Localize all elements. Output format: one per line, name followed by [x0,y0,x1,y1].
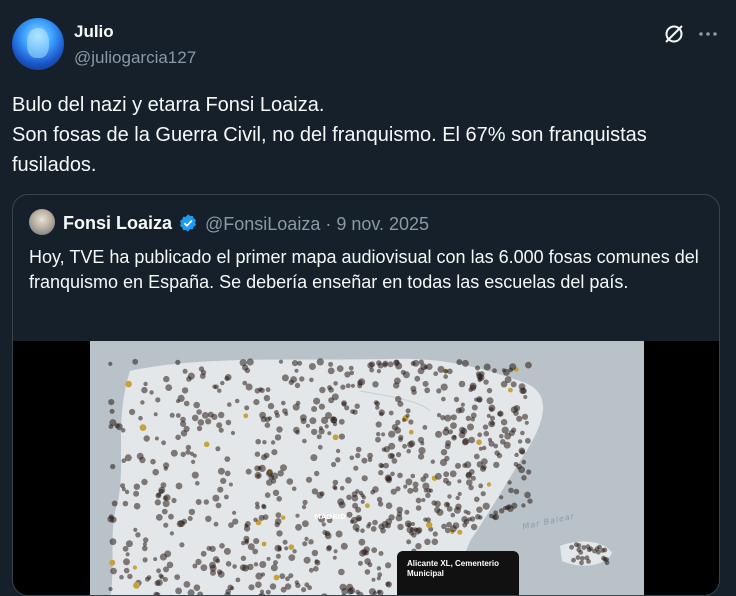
quoted-handle-date: @FonsiLoaiza · 9 nov. 2025 [205,214,429,235]
map-image: Mar Balear MADRID Alicante XL, Cementeri… [90,341,644,596]
author-name[interactable]: Julio [74,22,114,42]
author-avatar[interactable] [12,18,64,70]
quoted-author-avatar[interactable] [29,209,55,235]
grok-icon[interactable] [662,22,686,46]
quoted-tweet-text: Hoy, TVE ha publicado el primer mapa aud… [29,245,709,295]
map-tooltip-text: Alicante XL, Cementerio Municipal [407,559,509,579]
verified-badge-icon [178,213,198,233]
quoted-author-name[interactable]: Fonsi Loaiza [63,213,172,234]
quoted-tweet[interactable]: Fonsi Loaiza @FonsiLoaiza · 9 nov. 2025 … [12,194,720,596]
author-handle[interactable]: @juliogarcia127 [74,48,196,68]
tweet-text: Bulo del nazi y etarra Fonsi Loaiza. Son… [12,90,722,180]
map-city-label: MADRID [314,513,346,521]
more-icon[interactable] [696,22,720,46]
map-tooltip: Alicante XL, Cementerio Municipal [397,551,519,596]
quoted-media[interactable]: Mar Balear MADRID Alicante XL, Cementeri… [13,341,719,596]
